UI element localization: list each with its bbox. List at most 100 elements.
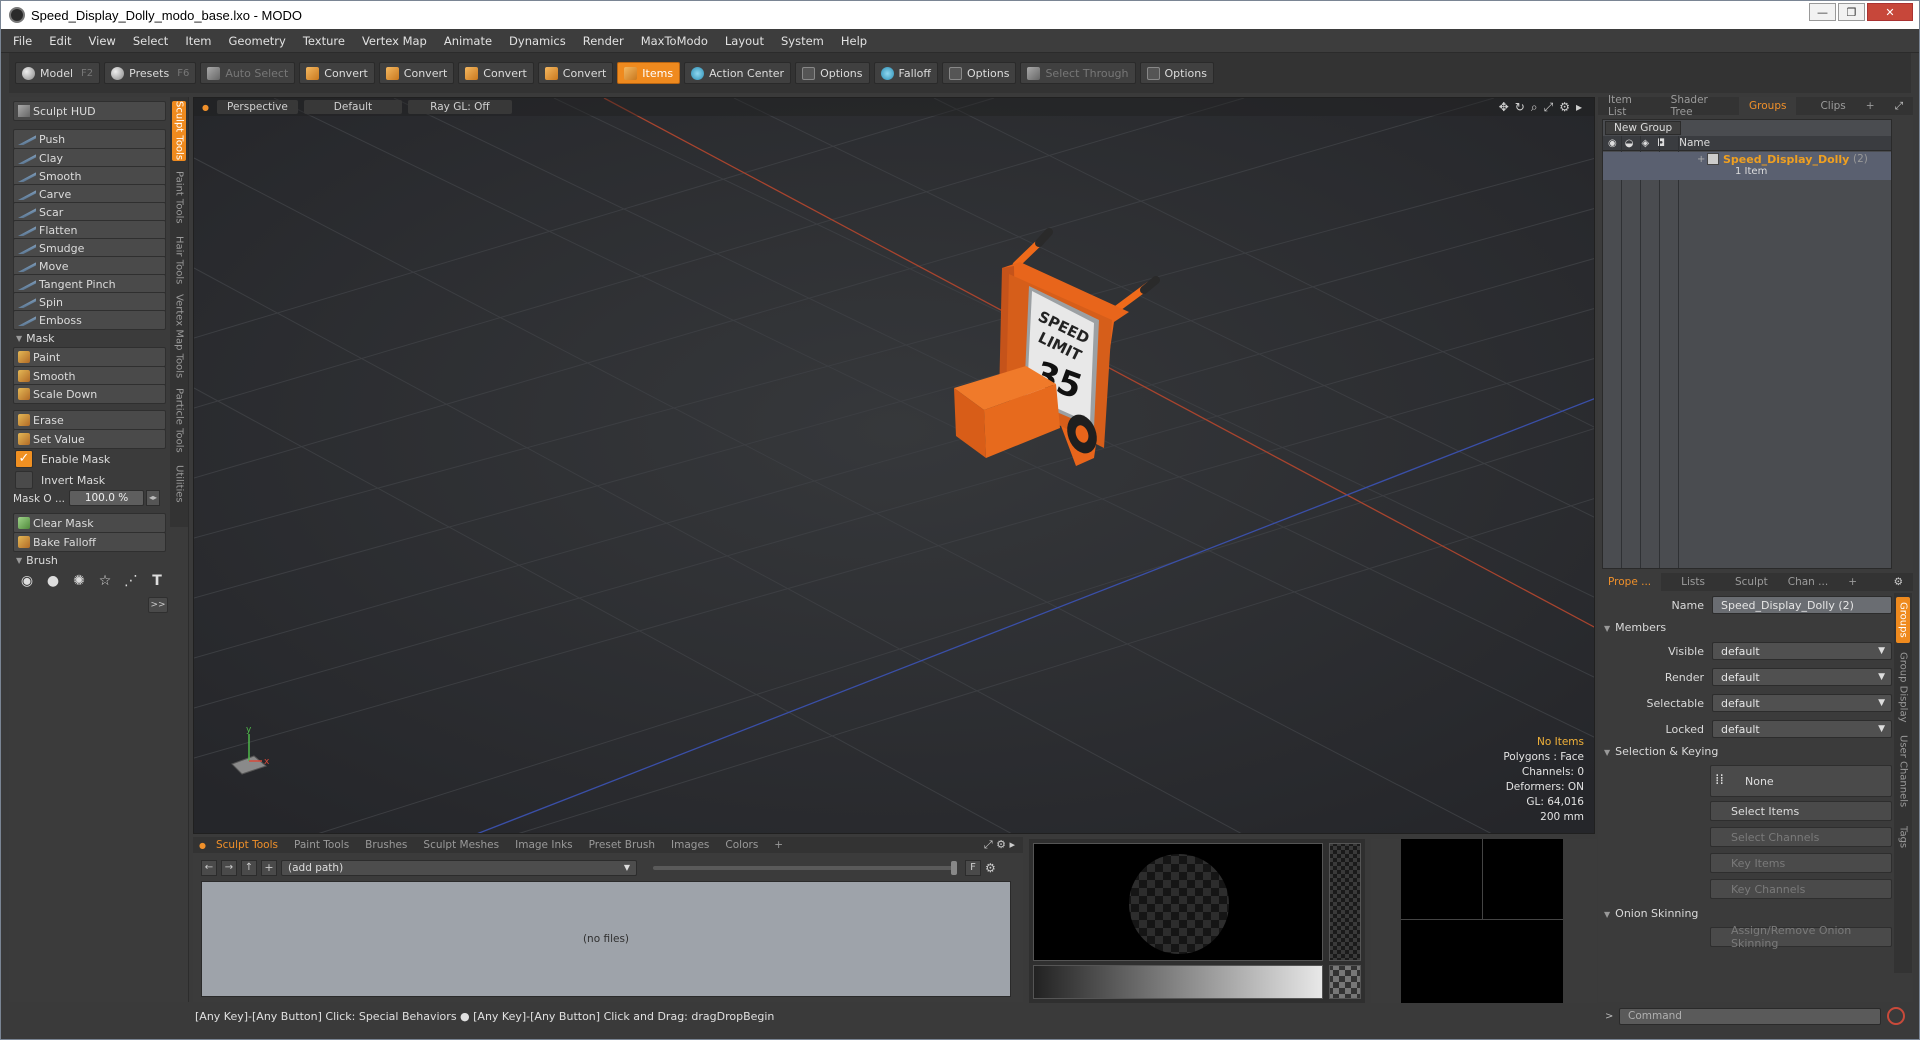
mask-section-header[interactable]: ▼ Mask [13, 329, 166, 347]
panel-menu-dot-icon[interactable]: ● [199, 841, 206, 850]
visible-dropdown[interactable]: default ▼ [1712, 642, 1892, 660]
vtab-group-display[interactable]: Group Display [1896, 649, 1910, 725]
close-button[interactable]: ✕ [1867, 3, 1913, 21]
viewport-settings-gear-icon[interactable]: ⚙ [1559, 100, 1570, 115]
menu-view[interactable]: View [89, 34, 116, 48]
render-icon[interactable]: ◒ [1625, 138, 1634, 149]
assign-remove-onion-button[interactable]: Assign/Remove Onion Skinning [1710, 924, 1892, 950]
properties-settings-gear-icon[interactable]: ⚙ [1884, 573, 1913, 591]
tab-shader-tree[interactable]: Shader Tree [1661, 94, 1739, 118]
group-name-input[interactable]: Speed_Display_Dolly (2) [1712, 596, 1892, 614]
vtab-sculpt-tools[interactable]: Sculpt Tools [172, 101, 186, 161]
key-channels-button[interactable]: Key Channels [1710, 879, 1892, 899]
tab-paint-tools[interactable]: Paint Tools [286, 839, 357, 851]
tool-flatten[interactable]: Flatten [13, 220, 166, 240]
action-center-options-button[interactable]: Options [795, 62, 870, 84]
text-brush-icon[interactable]: T [147, 571, 167, 591]
brush-swatch[interactable] [1329, 965, 1361, 999]
vtab-groups[interactable]: Groups [1896, 597, 1910, 643]
select-items-button[interactable]: Select Items [1710, 801, 1892, 821]
view-style-default-tab[interactable]: Default [303, 100, 403, 114]
hard-brush-icon[interactable]: ● [43, 571, 63, 591]
panel-expand-gear-icon[interactable]: ⤢ ⚙ ▸ [984, 838, 1015, 852]
select-icon[interactable]: ◈ [1641, 138, 1649, 149]
tool-smudge[interactable]: Smudge [13, 238, 166, 258]
tab-brushes[interactable]: Brushes [357, 839, 415, 851]
vtab-tags[interactable]: Tags [1896, 817, 1910, 857]
locked-dropdown[interactable]: default ▼ [1712, 720, 1892, 738]
bake-falloff-button[interactable]: Bake Falloff [13, 532, 166, 552]
3d-viewport[interactable]: SPEED LIMIT 35 y x ● Perspective Default [193, 97, 1595, 834]
select-through-button[interactable]: Select Through [1020, 62, 1136, 84]
parent-folder-icon[interactable]: ↑ [241, 860, 257, 876]
presets-button[interactable]: Presets F6 [104, 62, 197, 84]
menu-geometry[interactable]: Geometry [229, 34, 286, 48]
menu-item[interactable]: Item [185, 34, 211, 48]
render-dropdown[interactable]: default ▼ [1712, 668, 1892, 686]
pan-icon[interactable]: ✥ [1499, 100, 1509, 115]
zoom-icon[interactable]: ⌕ [1531, 100, 1538, 115]
tool-clay[interactable]: Clay [13, 148, 166, 168]
file-browser-area[interactable]: (no files) [201, 881, 1011, 997]
thumbnail-size-slider[interactable] [653, 861, 957, 875]
mask-erase-button[interactable]: Erase [13, 410, 166, 430]
mask-smooth-button[interactable]: Smooth [13, 366, 166, 386]
viewport-menu-dot-icon[interactable]: ● [202, 103, 209, 112]
view-perspective-tab[interactable]: Perspective [216, 100, 298, 114]
add-tab-button[interactable]: + [1838, 573, 1867, 591]
more-brushes-button[interactable]: >> [148, 597, 168, 613]
filter-button[interactable]: F [965, 860, 981, 876]
stepper-icon[interactable]: ◂▸ [146, 490, 160, 506]
set-value-button[interactable]: Set Value [13, 429, 166, 449]
convert-polygons-button[interactable]: Convert [458, 62, 534, 84]
add-path-plus-icon[interactable]: + [261, 860, 277, 876]
command-stop-icon[interactable] [1887, 1007, 1905, 1025]
action-center-button[interactable]: Action Center [684, 62, 792, 84]
menu-edit[interactable]: Edit [49, 34, 71, 48]
vtab-hair-tools[interactable]: Hair Tools [172, 233, 186, 288]
tab-item-list[interactable]: Item List [1598, 94, 1661, 118]
invert-mask-checkbox[interactable] [15, 471, 33, 489]
add-tab-button[interactable]: + [1856, 97, 1885, 115]
command-input[interactable]: Command [1619, 1007, 1881, 1025]
menu-system[interactable]: System [781, 34, 824, 48]
select-channels-button[interactable]: Select Channels [1710, 827, 1892, 847]
vtab-vertex-map-tools[interactable]: Vertex Map Tools [172, 294, 186, 379]
convert-materials-button[interactable]: Convert [537, 62, 614, 84]
expand-plus-icon[interactable]: + [1697, 154, 1705, 165]
tab-sculpt-tools[interactable]: Sculpt Tools [208, 839, 286, 851]
panel-expand-icon[interactable]: ⤢ [1885, 97, 1913, 115]
raygl-toggle-tab[interactable]: Ray GL: Off [408, 100, 512, 114]
key-items-button[interactable]: Key Items [1710, 853, 1892, 873]
select-through-options-button[interactable]: Options [1139, 62, 1214, 84]
menu-vertex-map[interactable]: Vertex Map [362, 34, 427, 48]
convert-vertices-button[interactable]: Convert [299, 62, 375, 84]
auto-select-button[interactable]: Auto Select [200, 62, 296, 84]
selection-none-button[interactable]: ⁞⁞ None [1710, 765, 1892, 797]
add-tab-button[interactable]: + [766, 839, 791, 851]
convert-edges-button[interactable]: Convert [378, 62, 455, 84]
vtab-user-channels[interactable]: User Channels [1896, 731, 1910, 811]
tab-properties[interactable]: Prope ... [1598, 573, 1662, 591]
browser-settings-gear-icon[interactable]: ⚙ [985, 861, 996, 875]
splat-brush-icon[interactable]: ✺ [69, 571, 89, 591]
tab-lists[interactable]: Lists [1671, 573, 1715, 591]
menu-texture[interactable]: Texture [303, 34, 345, 48]
selection-keying-section-header[interactable]: ▼ Selection & Keying [1604, 745, 1718, 758]
model-mode-button[interactable]: Model F2 [15, 62, 101, 84]
falloff-button[interactable]: Falloff [873, 62, 938, 84]
tool-scar[interactable]: Scar [13, 202, 166, 222]
tool-push[interactable]: Push [13, 129, 166, 149]
tab-colors[interactable]: Colors [717, 839, 766, 851]
brush-section-header[interactable]: ▼ Brush [13, 551, 166, 569]
tab-sculpt-meshes[interactable]: Sculpt Meshes [415, 839, 507, 851]
mask-paint-button[interactable]: Paint [13, 347, 166, 367]
menu-dynamics[interactable]: Dynamics [509, 34, 566, 48]
vtab-paint-tools[interactable]: Paint Tools [172, 167, 186, 227]
tab-clips[interactable]: Clips [1810, 97, 1855, 115]
visibility-eye-icon[interactable]: ◉ [1608, 138, 1617, 149]
clear-mask-button[interactable]: Clear Mask [13, 513, 166, 533]
menu-file[interactable]: File [13, 34, 32, 48]
tool-carve[interactable]: Carve [13, 184, 166, 204]
items-mode-button[interactable]: Items [617, 62, 681, 84]
